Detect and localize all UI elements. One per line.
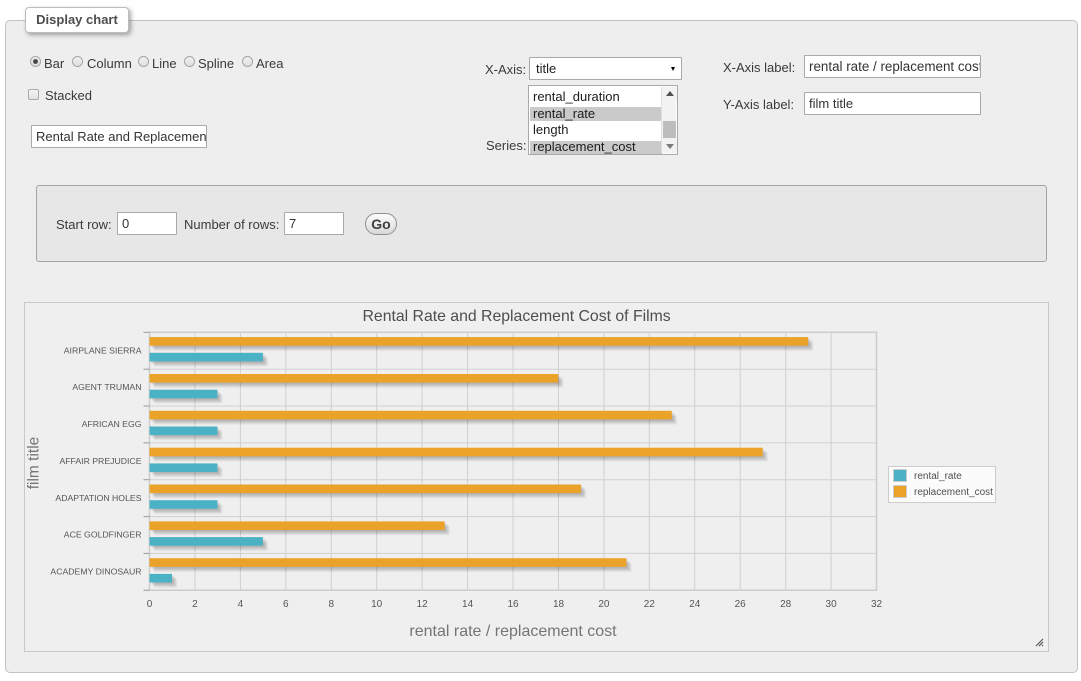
svg-text:rental rate / replacement cost: rental rate / replacement cost [409,623,617,640]
svg-text:rental_rate: rental_rate [914,471,962,482]
svg-text:24: 24 [689,599,701,610]
svg-text:18: 18 [553,599,565,610]
svg-text:AGENT TRUMAN: AGENT TRUMAN [72,382,141,392]
svg-text:film title: film title [26,437,43,490]
svg-text:AFFAIR PREJUDICE: AFFAIR PREJUDICE [59,456,141,466]
svg-text:12: 12 [417,599,429,610]
svg-text:2: 2 [192,599,198,610]
svg-text:32: 32 [871,599,883,610]
svg-text:ADAPTATION HOLES: ADAPTATION HOLES [55,493,141,503]
svg-text:AIRPLANE SIERRA: AIRPLANE SIERRA [64,345,142,355]
svg-text:28: 28 [780,599,792,610]
svg-text:10: 10 [371,599,383,610]
svg-text:22: 22 [644,599,656,610]
svg-text:14: 14 [462,599,474,610]
svg-text:8: 8 [329,599,335,610]
svg-text:AFRICAN EGG: AFRICAN EGG [82,419,142,429]
svg-text:4: 4 [238,599,244,610]
svg-text:ACE GOLDFINGER: ACE GOLDFINGER [64,530,142,540]
svg-text:26: 26 [735,599,747,610]
svg-text:ACADEMY DINOSAUR: ACADEMY DINOSAUR [50,567,141,577]
svg-text:replacement_cost: replacement_cost [914,487,993,498]
svg-text:20: 20 [598,599,610,610]
svg-text:0: 0 [147,599,153,610]
svg-text:Rental Rate and Replacement Co: Rental Rate and Replacement Cost of Film… [363,308,671,325]
svg-text:30: 30 [826,599,838,610]
svg-text:16: 16 [507,599,519,610]
svg-text:6: 6 [283,599,289,610]
